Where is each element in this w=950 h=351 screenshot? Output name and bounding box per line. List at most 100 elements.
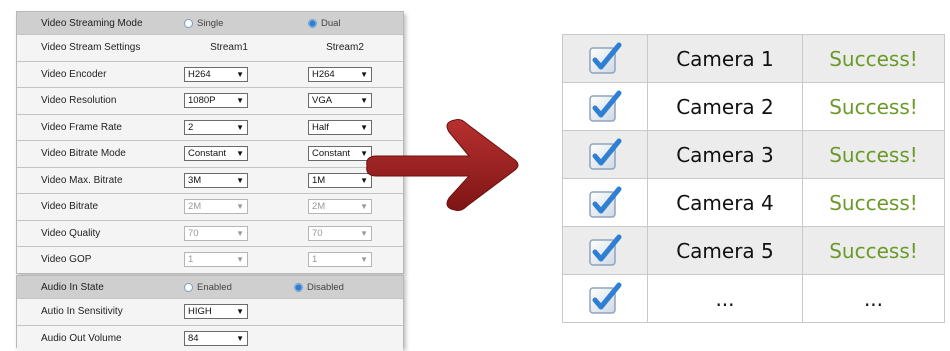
camera-name: Camera 4 bbox=[648, 179, 803, 227]
checkbox-checked-icon[interactable] bbox=[587, 194, 623, 211]
stream-header: Stream1 bbox=[210, 42, 248, 53]
select-value: 2M bbox=[312, 201, 325, 212]
dropdown-select[interactable]: Half▼ bbox=[308, 120, 372, 135]
dropdown-select[interactable]: 84▼ bbox=[184, 331, 248, 346]
dropdown-select[interactable]: 1▼ bbox=[308, 252, 372, 267]
checkbox-cell bbox=[563, 35, 648, 83]
settings-row: Video Bitrate ModeConstant▼Constant▼ bbox=[17, 141, 403, 168]
camera-results-table: Camera 1Success!Camera 2Success!Camera 3… bbox=[562, 34, 945, 323]
setting-label: Audio In State bbox=[17, 282, 171, 293]
setting-col-1: 1▼ bbox=[171, 252, 287, 267]
right-arrow-icon bbox=[365, 118, 525, 213]
radio-button[interactable] bbox=[184, 283, 193, 292]
chevron-down-icon: ▼ bbox=[236, 123, 244, 132]
chevron-down-icon: ▼ bbox=[236, 149, 244, 158]
dropdown-select[interactable]: 70 ▼ bbox=[308, 226, 372, 241]
select-value: H264 bbox=[188, 69, 211, 80]
radio-label: Single bbox=[197, 18, 223, 29]
select-value: 70 bbox=[188, 228, 199, 239]
dropdown-select[interactable]: VGA▼ bbox=[308, 93, 372, 108]
camera-status: Success! bbox=[803, 131, 945, 179]
dropdown-select[interactable]: 2M▼ bbox=[308, 199, 372, 214]
radio-button[interactable] bbox=[308, 19, 317, 28]
radio-button[interactable] bbox=[294, 283, 303, 292]
settings-row: Audio Out Volume 84▼ bbox=[17, 326, 403, 351]
camera-row: Camera 1Success! bbox=[563, 35, 945, 83]
camera-status: Success! bbox=[803, 35, 945, 83]
chevron-down-icon: ▼ bbox=[360, 70, 368, 79]
camera-status: Success! bbox=[803, 227, 945, 275]
dropdown-select[interactable]: Constant▼ bbox=[184, 146, 248, 161]
camera-row: Camera 5Success! bbox=[563, 227, 945, 275]
select-value: 70 bbox=[312, 228, 323, 239]
setting-col-1: 2▼ bbox=[171, 120, 287, 135]
settings-row: Video Resolution 1080P▼ VGA▼ bbox=[17, 88, 403, 115]
radio-button[interactable] bbox=[184, 19, 193, 28]
setting-col-2: Disabled bbox=[287, 282, 403, 293]
setting-label: Video Frame Rate bbox=[17, 122, 171, 133]
setting-col-2: 70 ▼ bbox=[287, 226, 403, 241]
setting-label: Video Streaming Mode bbox=[17, 18, 171, 29]
dropdown-select[interactable]: 1▼ bbox=[184, 252, 248, 267]
setting-label: Audio Out Volume bbox=[17, 333, 171, 344]
stream-header: Stream2 bbox=[326, 42, 364, 53]
camera-row: Camera 4Success! bbox=[563, 179, 945, 227]
settings-row: Video Max. Bitrate3M▼1M▼ bbox=[17, 168, 403, 195]
select-value: 1 bbox=[188, 254, 193, 265]
dropdown-select[interactable]: HIGH▼ bbox=[184, 304, 248, 319]
setting-col-1: 1080P▼ bbox=[171, 93, 287, 108]
dropdown-select[interactable]: Constant▼ bbox=[308, 146, 372, 161]
dropdown-select[interactable]: H264▼ bbox=[308, 67, 372, 82]
checkbox-checked-icon[interactable] bbox=[587, 146, 623, 163]
checkbox-cell bbox=[563, 83, 648, 131]
radio-label: Enabled bbox=[197, 282, 232, 293]
dropdown-select[interactable]: 2M▼ bbox=[184, 199, 248, 214]
chevron-down-icon: ▼ bbox=[360, 229, 368, 238]
radio-option[interactable]: Single bbox=[184, 18, 223, 29]
settings-row: Video Frame Rate2▼Half▼ bbox=[17, 115, 403, 142]
select-value: Half bbox=[312, 122, 329, 133]
setting-col-1: Single bbox=[171, 18, 287, 29]
dropdown-select[interactable]: 2▼ bbox=[184, 120, 248, 135]
select-value: Constant bbox=[312, 148, 350, 159]
setting-col-1: HIGH▼ bbox=[171, 304, 287, 319]
checkbox-cell bbox=[563, 131, 648, 179]
video-settings-panel: Video Streaming Mode Single DualVideo Stre… bbox=[16, 11, 404, 274]
checkbox-checked-icon[interactable] bbox=[587, 290, 623, 307]
checkbox-checked-icon[interactable] bbox=[587, 98, 623, 115]
select-value: 2M bbox=[188, 201, 201, 212]
camera-status: Success! bbox=[803, 179, 945, 227]
setting-col-1: 70▼ bbox=[171, 226, 287, 241]
select-value: 1080P bbox=[188, 95, 215, 106]
setting-col-1: Enabled bbox=[171, 282, 287, 293]
settings-row: Video Bitrate2M▼2M▼ bbox=[17, 194, 403, 221]
chevron-down-icon: ▼ bbox=[236, 307, 244, 316]
camera-row: Camera 3Success! bbox=[563, 131, 945, 179]
checkbox-checked-icon[interactable] bbox=[587, 50, 623, 67]
setting-col-2: VGA▼ bbox=[287, 93, 403, 108]
chevron-down-icon: ▼ bbox=[360, 255, 368, 264]
radio-option[interactable]: Enabled bbox=[184, 282, 232, 293]
camera-status: ... bbox=[803, 275, 945, 323]
setting-col-1: Constant▼ bbox=[171, 146, 287, 161]
setting-col-1: Stream1 bbox=[171, 42, 287, 53]
dropdown-select[interactable]: H264 ▼ bbox=[184, 67, 248, 82]
checkbox-cell bbox=[563, 179, 648, 227]
checkbox-checked-icon[interactable] bbox=[587, 242, 623, 259]
setting-label: Video Resolution bbox=[17, 95, 171, 106]
settings-row: Video Streaming Mode Single Dual bbox=[17, 12, 403, 35]
dropdown-select[interactable]: 3M▼ bbox=[184, 173, 248, 188]
settings-row: Video Stream SettingsStream1Stream2 bbox=[17, 35, 403, 62]
camera-name: ... bbox=[648, 275, 803, 323]
dropdown-select[interactable]: 1M▼ bbox=[308, 173, 372, 188]
radio-option[interactable]: Dual bbox=[308, 18, 341, 29]
setting-label: Video Bitrate Mode bbox=[17, 148, 171, 159]
dropdown-select[interactable]: 1080P▼ bbox=[184, 93, 248, 108]
dropdown-select[interactable]: 70▼ bbox=[184, 226, 248, 241]
setting-col-2: H264▼ bbox=[287, 67, 403, 82]
chevron-down-icon: ▼ bbox=[236, 70, 244, 79]
camera-row: Camera 2Success! bbox=[563, 83, 945, 131]
radio-option[interactable]: Disabled bbox=[294, 282, 344, 293]
setting-col-1: H264 ▼ bbox=[171, 67, 287, 82]
select-value: VGA bbox=[312, 95, 332, 106]
